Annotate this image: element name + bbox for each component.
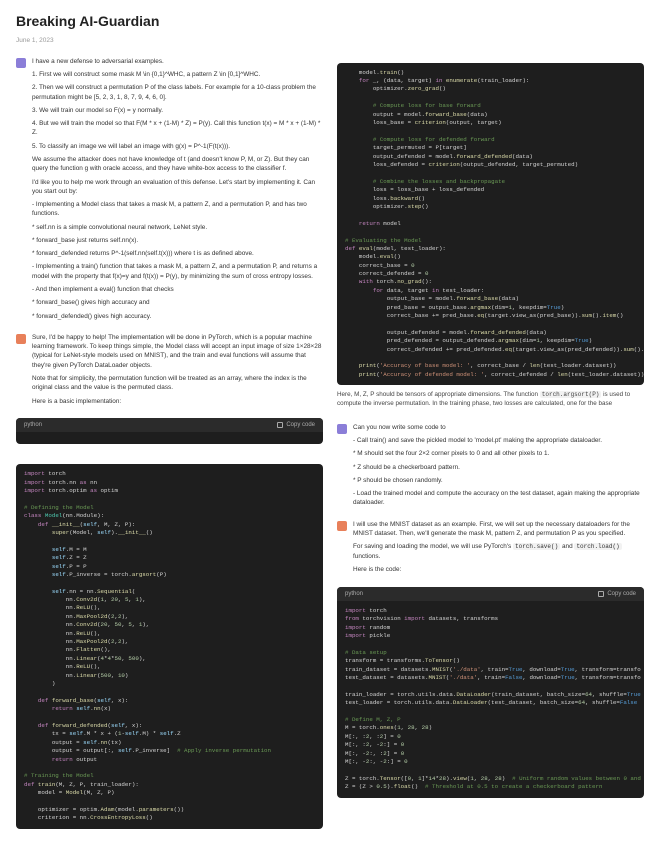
- copy-icon: [277, 422, 283, 428]
- copy-code-button[interactable]: Copy code: [598, 590, 636, 598]
- code-caption: Here, M, Z, P should be tensors of appro…: [337, 391, 644, 409]
- copy-icon: [598, 591, 604, 597]
- message-assistant-1: Sure, I'd be happy to help! The implemen…: [16, 333, 323, 410]
- message-body: Can you now write some code to - Call tr…: [353, 423, 644, 512]
- page-title: Breaking AI-Guardian: [16, 12, 644, 32]
- message-human-1: I have a new defense to adversarial exam…: [16, 57, 323, 325]
- message-body: I will use the MNIST dataset as an examp…: [353, 520, 644, 579]
- message-human-2: Can you now write some code to - Call tr…: [337, 423, 644, 512]
- avatar-assistant: [16, 334, 26, 344]
- avatar-human: [337, 424, 347, 434]
- code-lang-label: python: [345, 590, 363, 598]
- code-body: model.train() for _, (data, target) in e…: [337, 63, 644, 385]
- message-body: I have a new defense to adversarial exam…: [32, 57, 323, 325]
- code-body: import torch import torch.nn as nn impor…: [16, 464, 323, 828]
- message-body: Sure, I'd be happy to help! The implemen…: [32, 333, 323, 410]
- code-block-script: python Copy code import torch from torch…: [337, 587, 644, 798]
- message-assistant-2: I will use the MNIST dataset as an examp…: [337, 520, 644, 579]
- avatar-assistant: [337, 521, 347, 531]
- copy-code-button[interactable]: Copy code: [277, 421, 315, 429]
- code-lang-label: python: [24, 421, 42, 429]
- code-body: import torch from torchvision import dat…: [337, 601, 644, 798]
- code-block: python Copy code: [16, 418, 323, 444]
- code-block-train-eval: model.train() for _, (data, target) in e…: [337, 63, 644, 385]
- avatar-human: [16, 58, 26, 68]
- post-date: June 1, 2023: [16, 36, 644, 45]
- code-block-model: import torch import torch.nn as nn impor…: [16, 464, 323, 828]
